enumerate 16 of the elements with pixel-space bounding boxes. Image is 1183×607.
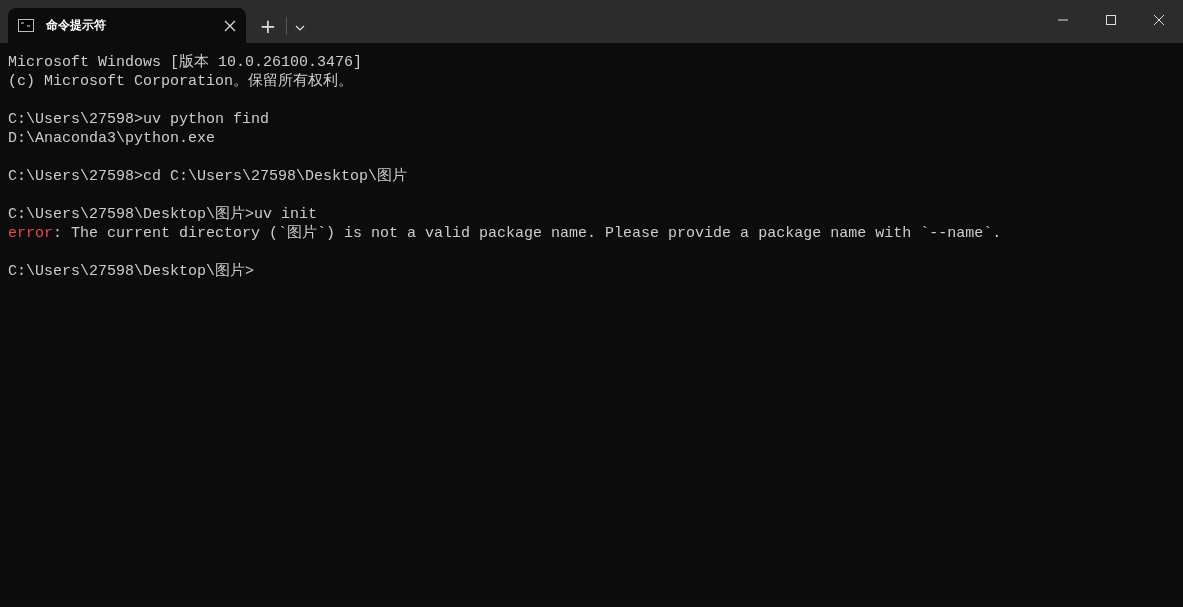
error-line: error: The current directory (`图片`) is not a valid package name. Please provide a package name with `--name`.	[8, 225, 1002, 242]
new-tab-button[interactable]: +	[254, 12, 282, 40]
terminal-tab[interactable]: 命令提示符	[8, 8, 246, 43]
terminal-icon	[18, 19, 34, 32]
close-icon[interactable]	[1153, 14, 1165, 26]
console-line: (c) Microsoft Corporation。保留所有权利。	[8, 73, 354, 90]
tab-title: 命令提示符	[46, 17, 107, 34]
console-line: D:\Anaconda3\python.exe	[8, 130, 216, 147]
console-line: Microsoft Windows [版本 10.0.26100.3476]	[8, 54, 363, 71]
console-line: C:\Users\27598\Desktop\图片>	[8, 263, 255, 280]
console-line: C:\Users\27598>cd C:\Users\27598\Desktop\图片	[8, 168, 408, 185]
console-line: C:\Users\27598>uv python find	[8, 111, 270, 128]
close-tab-icon[interactable]	[224, 19, 236, 32]
dropdown-icon[interactable]	[295, 25, 305, 31]
console-line: C:\Users\27598\Desktop\图片>uv init	[8, 206, 318, 223]
maximize-icon[interactable]	[1106, 15, 1116, 25]
